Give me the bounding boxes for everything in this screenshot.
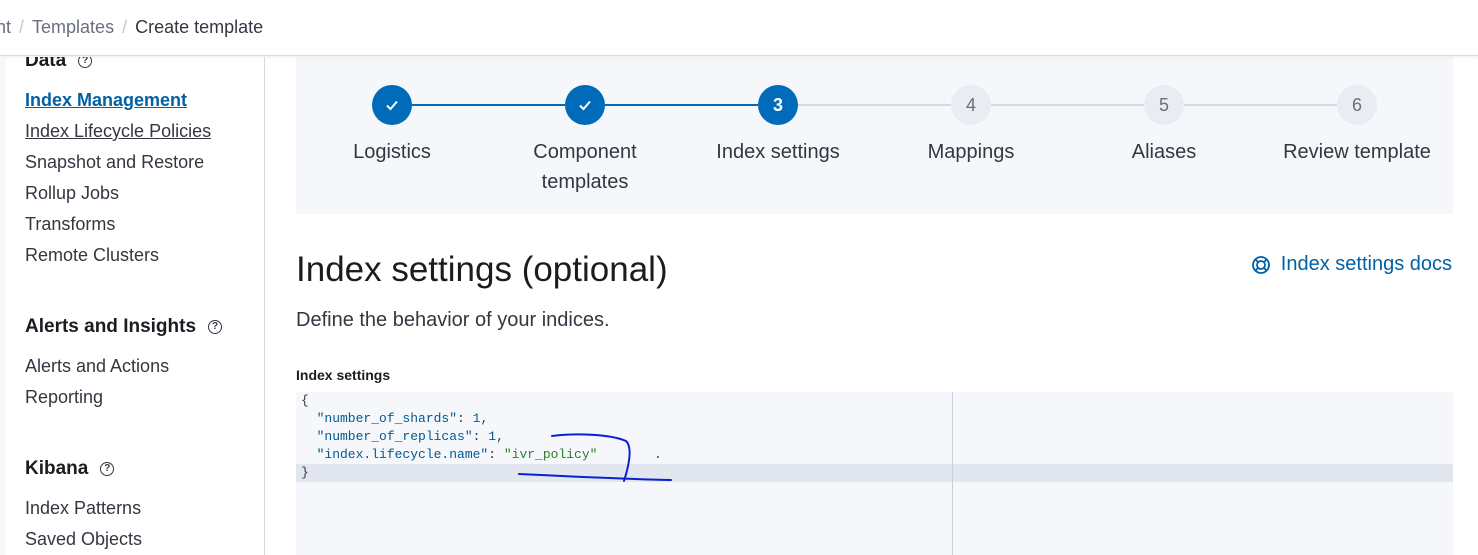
page-title: Index settings (optional) xyxy=(296,250,668,289)
sidebar-item-transforms[interactable]: Transforms xyxy=(25,214,115,235)
step-connector xyxy=(1184,104,1337,106)
breadcrumb-separator: / xyxy=(19,17,25,37)
step-5-incomplete[interactable]: 5 xyxy=(1144,85,1184,125)
sidebar-item-saved-objects[interactable]: Saved Objects xyxy=(25,529,142,550)
help-lifebuoy-icon xyxy=(1251,255,1270,274)
section-title: Data xyxy=(25,57,67,71)
help-icon[interactable]: ? xyxy=(208,320,223,334)
editor-print-margin xyxy=(952,392,953,555)
sidebar-item-alerts-and-actions[interactable]: Alerts and Actions xyxy=(25,356,169,377)
step-connector xyxy=(412,104,565,106)
sidebar-section-data: Data ? xyxy=(25,57,93,72)
step-3-current[interactable]: 3 xyxy=(758,85,798,125)
step-6-incomplete[interactable]: 6 xyxy=(1337,85,1377,125)
docs-link-label[interactable]: Index settings docs xyxy=(1281,253,1452,276)
editor-line: { xyxy=(301,393,309,408)
index-settings-code-editor[interactable]: { "number_of_shards": 1, "number_of_repl… xyxy=(296,392,1453,555)
breadcrumb-index-management[interactable]: nt xyxy=(0,17,11,38)
step-connector xyxy=(605,104,758,106)
step-connector xyxy=(798,104,951,106)
main-content: Logistics Component templates 3 Index se… xyxy=(266,57,1478,555)
breadcrumb-create-template: Create template xyxy=(135,17,264,37)
breadcrumb-templates[interactable]: Templates xyxy=(32,17,114,38)
section-title: Alerts and Insights xyxy=(25,316,197,337)
sidebar-section-kibana: Kibana ? xyxy=(25,458,115,480)
check-icon xyxy=(386,100,398,111)
step-1-complete[interactable] xyxy=(372,85,412,125)
step-label-component-templates[interactable]: Component templates xyxy=(490,137,680,197)
sidebar-item-snapshot-and-restore[interactable]: Snapshot and Restore xyxy=(25,152,204,173)
sidebar-item-index-patterns[interactable]: Index Patterns xyxy=(25,498,141,519)
step-label-aliases[interactable]: Aliases xyxy=(1069,137,1259,167)
editor-line: "number_of_shards": 1, xyxy=(301,411,489,426)
sidebar-item-index-lifecycle-policies[interactable]: Index Lifecycle Policies xyxy=(25,121,211,142)
section-title: Kibana xyxy=(25,458,89,479)
step-label-index-settings[interactable]: Index settings xyxy=(683,137,873,167)
breadcrumb-separator: / xyxy=(122,17,128,37)
sidebar-item-remote-clusters[interactable]: Remote Clusters xyxy=(25,245,159,266)
check-icon xyxy=(579,100,591,111)
stray-character: . xyxy=(654,447,662,462)
step-2-complete[interactable] xyxy=(565,85,605,125)
editor-line-active: } xyxy=(296,464,1453,482)
editor-line: "number_of_replicas": 1, xyxy=(301,429,504,444)
sidebar-item-rollup-jobs[interactable]: Rollup Jobs xyxy=(25,183,119,204)
stepper: Logistics Component templates 3 Index se… xyxy=(296,57,1453,214)
step-label-mappings[interactable]: Mappings xyxy=(876,137,1066,167)
help-icon[interactable]: ? xyxy=(100,462,115,476)
sidebar-item-index-management[interactable]: Index Management xyxy=(25,90,187,111)
sidebar-item-reporting[interactable]: Reporting xyxy=(25,387,103,408)
help-icon[interactable]: ? xyxy=(78,57,93,68)
step-connector xyxy=(991,104,1144,106)
index-settings-label: Index settings xyxy=(296,367,391,383)
index-settings-docs-link[interactable]: Index settings docs xyxy=(1251,253,1452,276)
step-label-review-template[interactable]: Review template xyxy=(1262,137,1452,167)
page-description: Define the behavior of your indices. xyxy=(296,309,610,331)
step-4-incomplete[interactable]: 4 xyxy=(951,85,991,125)
sidebar-section-alerts: Alerts and Insights ? xyxy=(25,316,223,338)
editor-line: "index.lifecycle.name": "ivr_policy". xyxy=(301,447,662,462)
top-header: nt / Templates / Create template xyxy=(0,0,1478,56)
sidebar-nav: Data ? Index Management Index Lifecycle … xyxy=(6,57,265,555)
step-label-logistics[interactable]: Logistics xyxy=(297,137,487,167)
